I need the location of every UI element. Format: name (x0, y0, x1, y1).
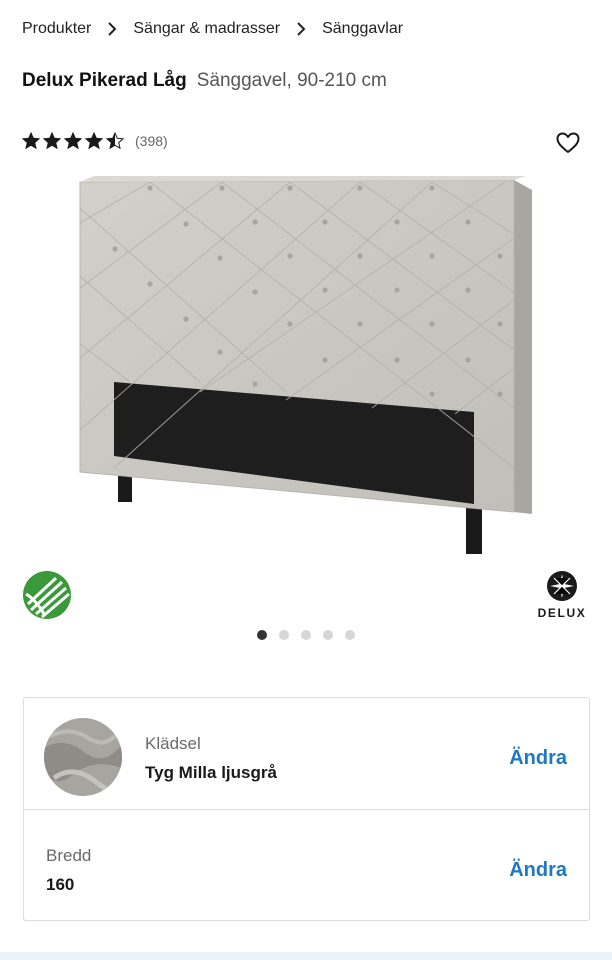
headboard-image (79, 176, 532, 554)
nordic-swan-ecolabel-icon (22, 570, 72, 620)
product-name: Delux Pikerad Låg (22, 70, 187, 91)
option-width: Bredd 160 Ändra (24, 809, 589, 921)
delux-star-icon (547, 571, 577, 601)
review-count[interactable]: (398) (135, 133, 168, 149)
rating[interactable]: (398) (22, 132, 168, 150)
product-image-gallery[interactable] (0, 168, 612, 568)
brand-name: DELUX (537, 606, 587, 620)
carousel-dot-3[interactable] (301, 630, 311, 640)
option-upholstery: Klädsel Tyg Milla ljusgrå Ändra (24, 698, 589, 809)
product-subtitle: Sänggavel, 90-210 cm (196, 70, 387, 91)
change-width-button[interactable]: Ändra (509, 859, 567, 882)
favorite-heart-icon[interactable] (555, 131, 581, 155)
carousel-dot-1[interactable] (257, 630, 267, 640)
carousel-dot-4[interactable] (323, 630, 333, 640)
fabric-swatch (44, 718, 122, 796)
star-full-icon (22, 132, 40, 150)
product-title: Delux Pikerad Låg Sänggavel, 90-210 cm (22, 70, 387, 92)
change-upholstery-button[interactable]: Ändra (509, 747, 567, 770)
chevron-right-icon (294, 22, 308, 36)
carousel-dot-2[interactable] (279, 630, 289, 640)
carousel-dot-5[interactable] (345, 630, 355, 640)
breadcrumb: Produkter Sängar & madrasser Sänggavlar (22, 20, 403, 38)
option-label: Klädsel (145, 734, 201, 753)
option-value: Tyg Milla ljusgrå (145, 763, 277, 782)
star-full-icon (85, 132, 103, 150)
chevron-right-icon (105, 22, 119, 36)
product-options: Klädsel Tyg Milla ljusgrå Ändra Bredd 16… (23, 697, 590, 921)
breadcrumb-item-sangar-madrasser[interactable]: Sängar & madrasser (133, 20, 280, 38)
star-half-icon (106, 132, 124, 150)
brand-logo: DELUX (532, 570, 592, 622)
star-full-icon (64, 132, 82, 150)
option-value: 160 (46, 875, 75, 894)
option-label: Bredd (46, 846, 92, 865)
bottom-bar (0, 952, 612, 960)
rating-stars (22, 132, 124, 150)
breadcrumb-item-sanggavlar[interactable]: Sänggavlar (322, 20, 403, 38)
star-full-icon (43, 132, 61, 150)
carousel-dots (257, 630, 355, 640)
breadcrumb-item-produkter[interactable]: Produkter (22, 20, 91, 38)
